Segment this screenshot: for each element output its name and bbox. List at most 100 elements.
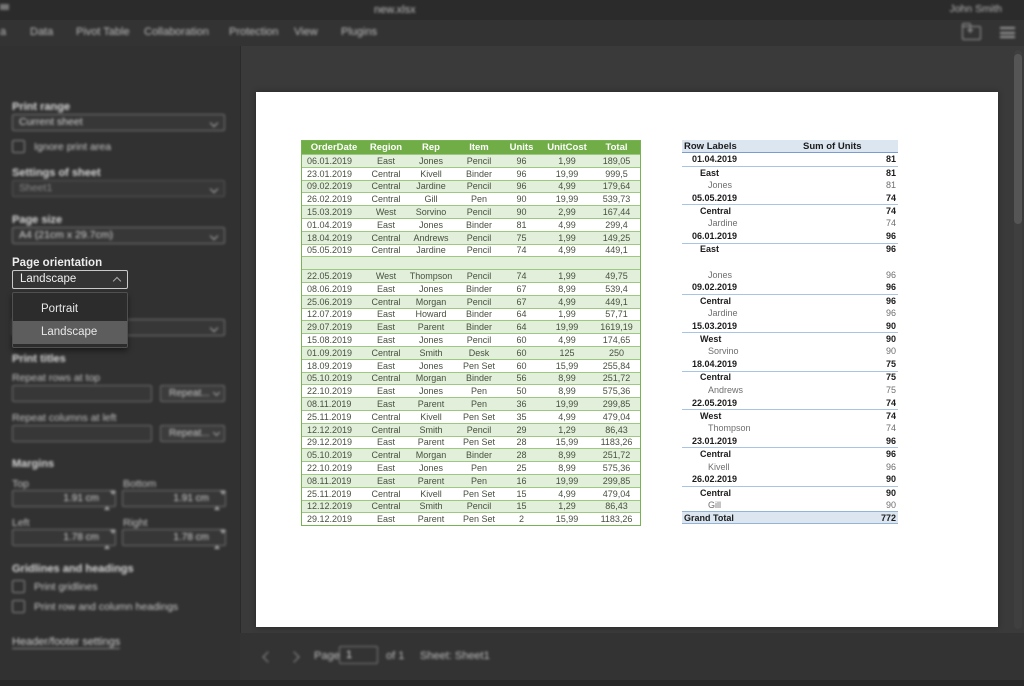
table-row: 06.01.2019 East Jones Pencil 96 1,99 189,05 — [302, 154, 640, 167]
table-row: 01.04.2019 East Jones Binder 81 4,99 299,4 — [302, 217, 640, 231]
menu-tab-clipped[interactable]: a — [0, 26, 10, 38]
table-cell: Binder — [465, 219, 492, 230]
pivot-row: East 81 — [682, 165, 898, 179]
pivot-table: Row Labels Sum of Units 01.04.2019 81 East 81… — [682, 140, 898, 525]
table-cell: Jones — [418, 360, 444, 371]
pivot-row-label: Jardine — [708, 307, 738, 318]
repeat-cols-button[interactable]: Repeat... — [160, 425, 225, 442]
scrollbar-thumb[interactable] — [1014, 54, 1022, 224]
table-cell: Morgan — [415, 450, 447, 461]
menu-tab-protection[interactable]: Protection — [229, 26, 279, 38]
table-cell: 86,43 — [605, 424, 628, 435]
table-cell: 16 — [516, 475, 527, 486]
table-cell: 18.04.2019 — [307, 232, 353, 243]
pivot-row: 15.03.2019 90 — [682, 319, 898, 333]
table-cell: 08.11.2019 — [307, 475, 352, 486]
table-cell — [502, 257, 541, 269]
print-range-select[interactable]: Current sheet — [12, 114, 225, 131]
ignore-print-area-checkbox[interactable] — [12, 140, 25, 153]
table-row: 22.10.2019 East Jones Pen 50 8,99 575,36 — [302, 384, 640, 398]
menu-tab-data[interactable]: Data — [30, 26, 53, 38]
margin-right-spinner[interactable]: 1.78 cm — [122, 529, 226, 549]
table-cell: 8,99 — [558, 386, 576, 397]
table-header-row: OrderDate Region Rep Item Units UnitCost Total — [302, 141, 640, 154]
table-cell: Pencil — [466, 501, 492, 512]
settings-of-sheet-label: Settings of sheet — [12, 167, 101, 179]
next-page-icon[interactable] — [288, 651, 300, 663]
spinner-arrows-icon[interactable] — [214, 491, 226, 510]
print-settings-panel: Print range Current sheet Ignore print a… — [0, 46, 240, 686]
open-file-location-icon[interactable] — [961, 23, 981, 40]
table-cell: 60 — [516, 335, 527, 346]
pivot-row-label: East — [700, 167, 720, 178]
orientation-option-portrait[interactable]: Portrait — [13, 298, 127, 321]
repeat-cols-input[interactable] — [12, 425, 152, 442]
pivot-values-header: Sum of Units — [803, 140, 862, 152]
repeat-rows-label: Repeat rows at top — [12, 372, 101, 384]
preview-scrollbar[interactable] — [1014, 50, 1022, 629]
table-cell: 18.09.2019 — [307, 360, 353, 371]
table-cell: East — [376, 514, 395, 525]
print-headings-label: Print row and column headings — [34, 601, 179, 613]
table-cell: 05.10.2019 — [307, 450, 353, 461]
pivot-row: Gill 90 — [682, 498, 898, 512]
page-label: Page — [314, 650, 340, 662]
margin-top-spinner[interactable]: 1.91 cm — [12, 490, 116, 510]
table-cell: 1,29 — [558, 501, 576, 512]
table-cell: 4,99 — [558, 296, 576, 307]
pivot-row-label: Jones — [708, 179, 733, 190]
view-settings-icon[interactable] — [1000, 27, 1015, 38]
margin-left-spinner[interactable]: 1.78 cm — [12, 529, 116, 549]
repeat-button-label: Repeat... — [169, 428, 210, 439]
print-gridlines-checkbox[interactable] — [12, 580, 25, 593]
pivot-row: 05.05.2019 74 — [682, 191, 898, 205]
header-footer-settings-link[interactable]: Header/footer settings — [12, 636, 121, 649]
repeat-rows-button[interactable]: Repeat... — [160, 385, 225, 402]
preview-page: OrderDate Region Rep Item Units UnitCost Total… — [256, 92, 998, 627]
print-headings-checkbox[interactable] — [12, 600, 25, 613]
pivot-row-label: Central — [700, 372, 732, 383]
pivot-row — [682, 255, 898, 269]
table-cell: Kivell — [420, 488, 442, 499]
menu-tab-view[interactable]: View — [294, 26, 318, 38]
page-orientation-select[interactable]: Landscape — [12, 270, 128, 289]
table-cell: 19,99 — [555, 168, 579, 179]
table-cell — [406, 257, 456, 269]
table-cell: East — [376, 475, 395, 486]
table-cell: 15,99 — [555, 514, 579, 525]
table-cell: 479,04 — [602, 411, 631, 422]
previous-page-icon[interactable] — [262, 651, 274, 663]
table-cell: Central — [371, 488, 401, 499]
page-number-input[interactable]: 1 — [339, 646, 378, 664]
table-cell: 25.11.2019 — [307, 488, 352, 499]
pivot-row-label: Thompson — [708, 423, 751, 434]
margin-bottom-spinner[interactable]: 1.91 cm — [122, 490, 226, 510]
menu-tab-plugins[interactable]: Plugins — [341, 26, 377, 38]
table-cell: Binder — [465, 450, 492, 461]
repeat-rows-input[interactable] — [12, 385, 152, 402]
chevron-down-icon — [212, 388, 221, 397]
table-cell: 125 — [559, 347, 575, 358]
table-row: 18.09.2019 East Jones Pen Set 60 15,99 255,84 — [302, 358, 640, 372]
table-cell: 449,1 — [605, 245, 628, 256]
menu-tab-collaboration[interactable]: Collaboration — [144, 26, 209, 38]
spinner-arrows-icon[interactable] — [104, 530, 116, 549]
spinner-arrows-icon[interactable] — [104, 491, 116, 510]
table-cell: 05.05.2019 — [307, 245, 353, 256]
pivot-row: Kivell 96 — [682, 460, 898, 473]
table-cell: Central — [371, 424, 401, 435]
table-cell: Central — [371, 245, 401, 256]
spinner-arrows-icon[interactable] — [214, 530, 226, 549]
table-cell: 2 — [518, 514, 524, 525]
table-cell: Pencil — [466, 424, 492, 435]
table-cell: 29 — [516, 424, 527, 435]
menu-tab-pivot-table[interactable]: Pivot Table — [76, 26, 130, 38]
sheet-select[interactable]: Sheet1 — [12, 180, 225, 197]
table-cell: 299,85 — [602, 399, 631, 410]
table-cell: Smith — [419, 347, 443, 358]
pivot-row-value: 81 — [885, 154, 896, 165]
table-cell: 1183,26 — [600, 437, 633, 448]
orientation-option-landscape[interactable]: Landscape — [13, 321, 127, 344]
page-size-select[interactable]: A4 (21cm x 29.7cm) — [12, 227, 225, 244]
table-cell: Jardine — [416, 181, 446, 192]
